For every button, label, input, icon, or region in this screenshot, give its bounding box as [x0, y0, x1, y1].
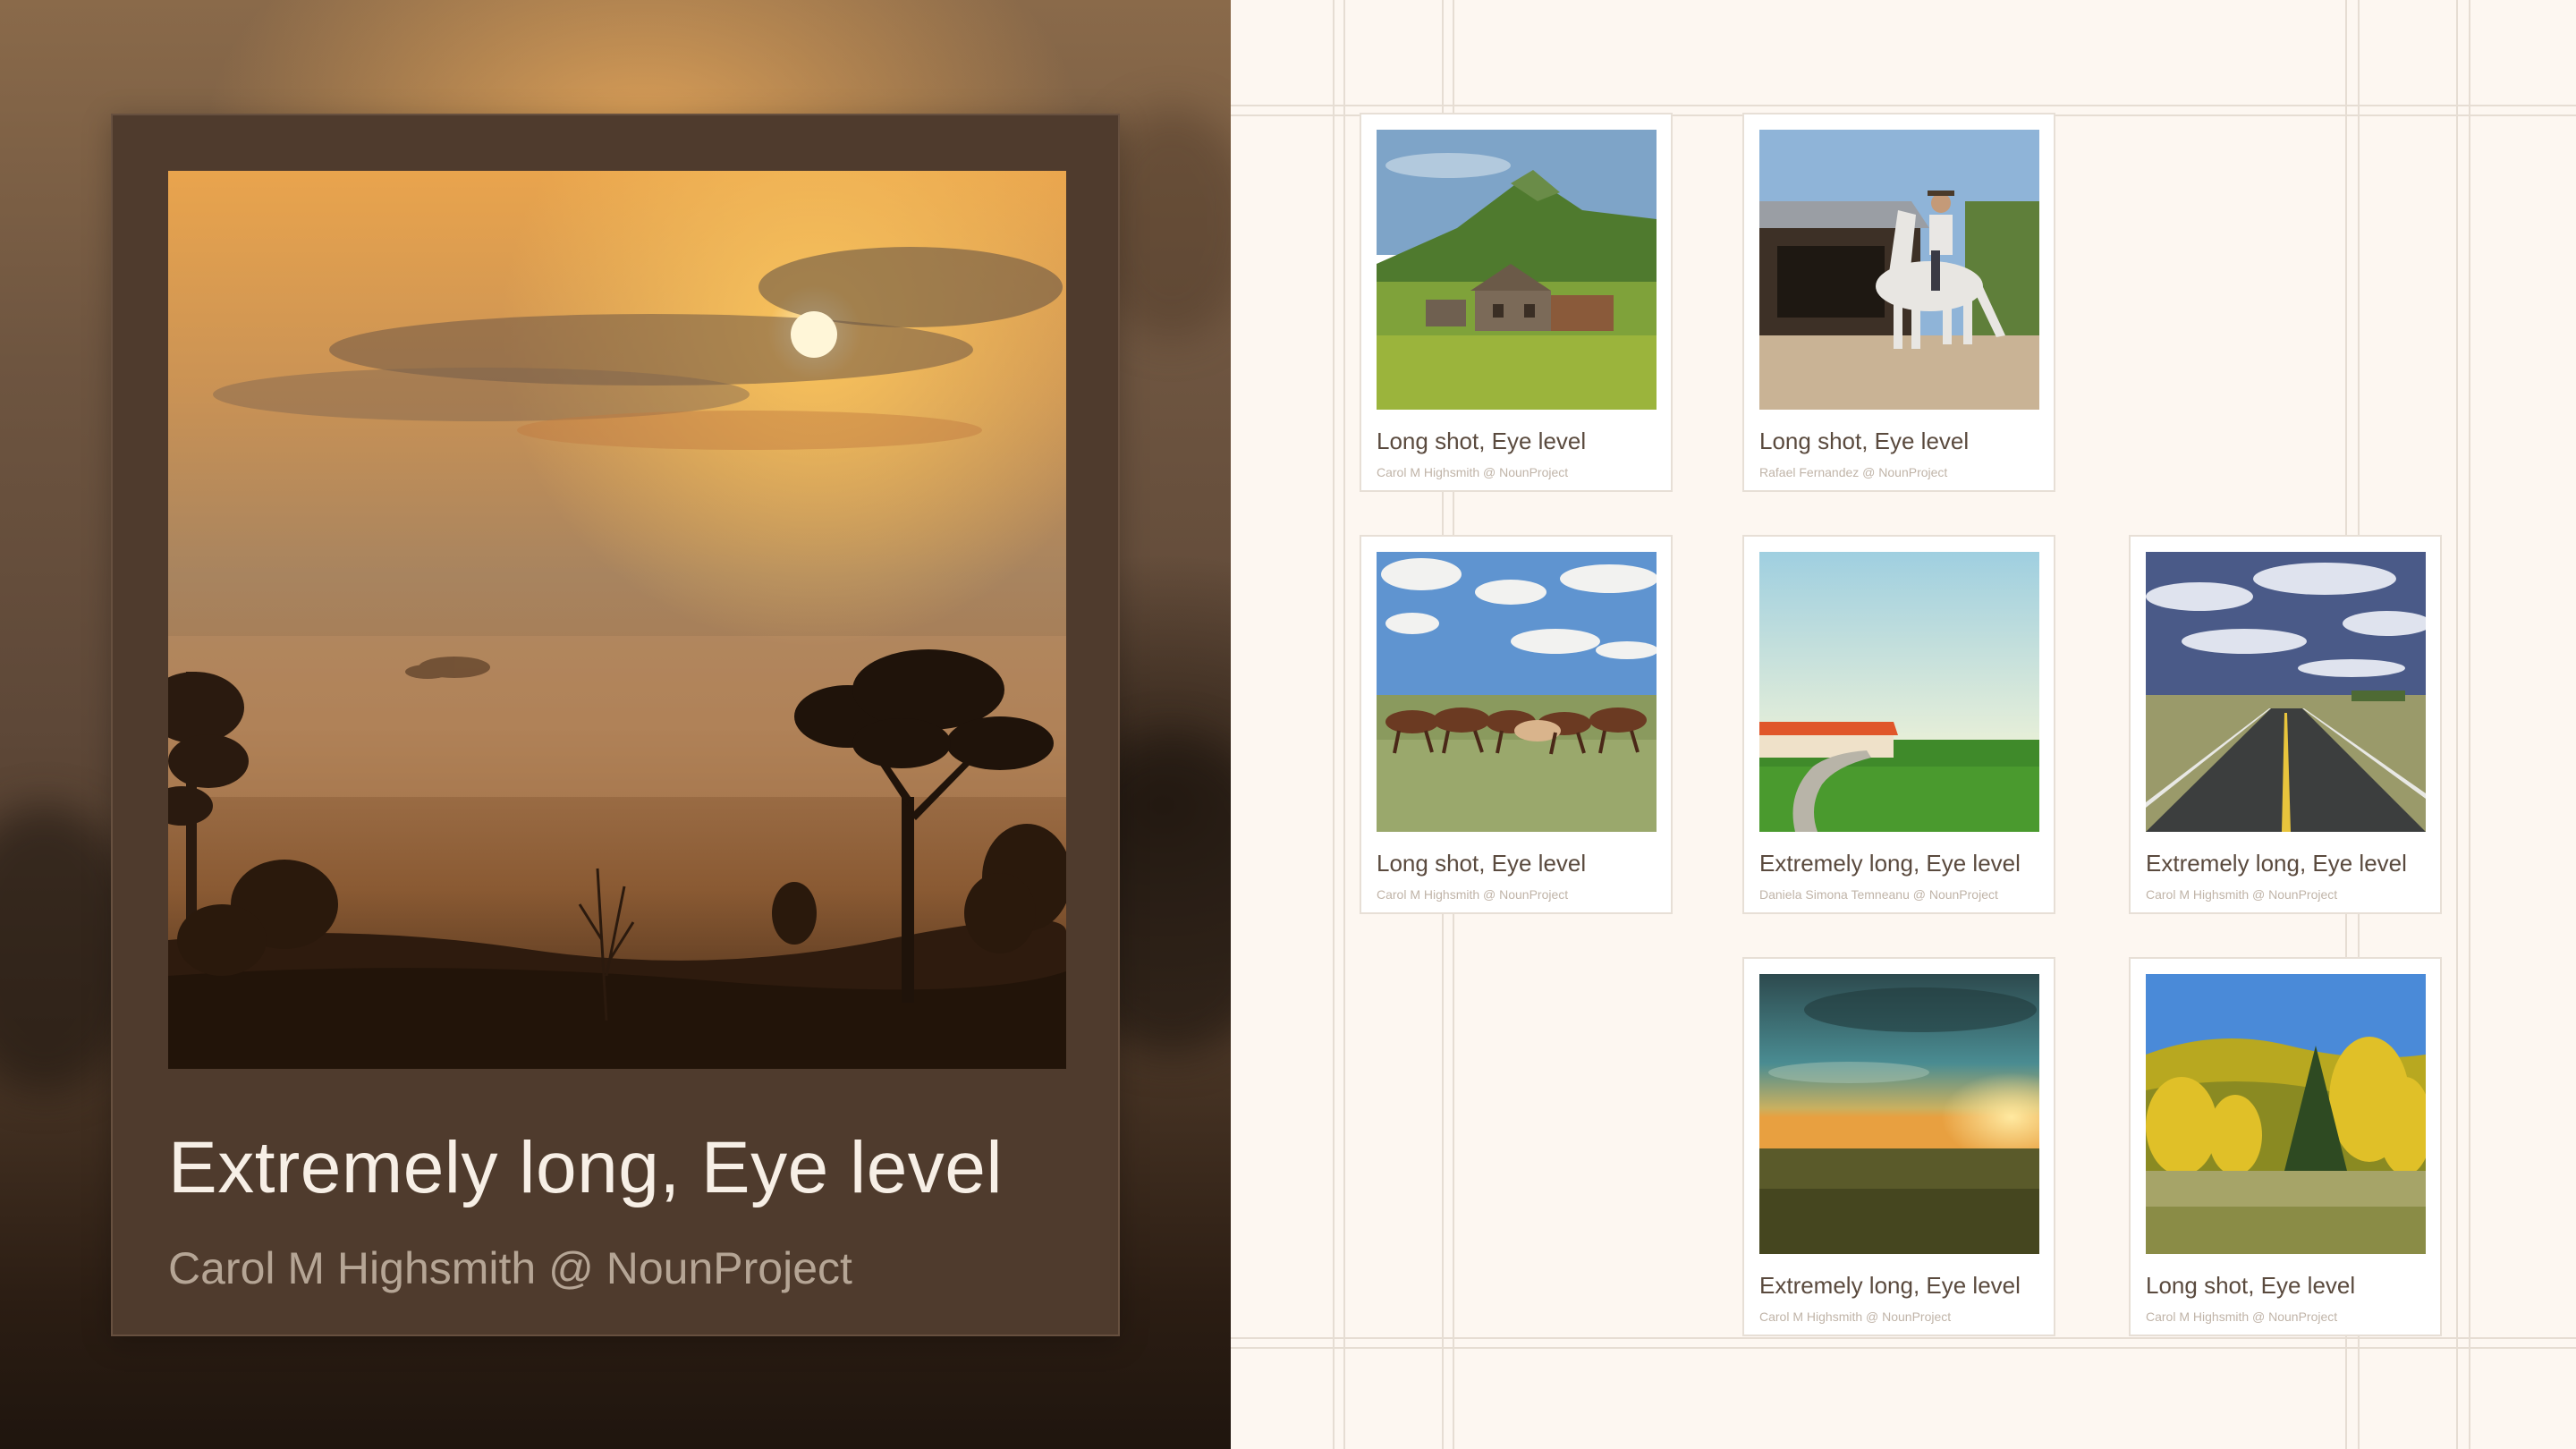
- photo-thumbnail[interactable]: [1759, 974, 2039, 1254]
- photo-card[interactable]: Extremely long, Eye level Carol M Highsm…: [2129, 535, 2442, 914]
- grid-guide: [1231, 1347, 2576, 1349]
- green-field-barn-image: [1759, 552, 2039, 832]
- grid-guide: [2456, 0, 2458, 1449]
- card-title: Long shot, Eye level: [1377, 428, 1587, 454]
- card-title: Long shot, Eye level: [1377, 850, 1587, 877]
- feature-title: Extremely long, Eye level: [168, 1127, 1004, 1208]
- grid-guide: [2469, 0, 2470, 1449]
- photo-thumbnail[interactable]: [2146, 974, 2426, 1254]
- grid-guide: [1231, 105, 2576, 106]
- photo-card[interactable]: Long shot, Eye level Rafael Fernandez @ …: [1742, 113, 2055, 492]
- photo-thumbnail[interactable]: [1377, 552, 1657, 832]
- photo-thumbnail[interactable]: [2146, 552, 2426, 832]
- photo-card[interactable]: Long shot, Eye level Carol M Highsmith @…: [1360, 535, 1673, 914]
- grid-guide: [1231, 1337, 2576, 1339]
- running-horses-image: [1377, 552, 1657, 832]
- card-title: Long shot, Eye level: [1759, 428, 1970, 454]
- card-credit: Carol M Highsmith @ NounProject: [2146, 1309, 2338, 1324]
- card-credit: Daniela Simona Temneanu @ NounProject: [1759, 887, 1998, 902]
- feature-credit: Carol M Highsmith @ NounProject: [168, 1243, 852, 1293]
- open-highway-image: [2146, 552, 2426, 832]
- prairie-sunset-image: [1759, 974, 2039, 1254]
- feature-photo[interactable]: [168, 171, 1066, 1069]
- card-credit: Carol M Highsmith @ NounProject: [1377, 465, 1569, 479]
- grid-guide: [1343, 0, 1345, 1449]
- card-credit: Carol M Highsmith @ NounProject: [1377, 887, 1569, 902]
- card-credit: Carol M Highsmith @ NounProject: [2146, 887, 2338, 902]
- card-title: Extremely long, Eye level: [1759, 850, 2021, 877]
- card-title: Extremely long, Eye level: [2146, 850, 2407, 877]
- photo-thumbnail[interactable]: [1759, 552, 2039, 832]
- photo-thumbnail[interactable]: [1377, 130, 1657, 410]
- feature-panel: Extremely long, Eye level Carol M Highsm…: [0, 0, 1231, 1449]
- autumn-aspens-image: [2146, 974, 2426, 1254]
- photo-card[interactable]: Extremely long, Eye level Daniela Simona…: [1742, 535, 2055, 914]
- horse-rider-image: [1759, 130, 2039, 410]
- card-title: Long shot, Eye level: [2146, 1272, 2356, 1299]
- card-credit: Carol M Highsmith @ NounProject: [1759, 1309, 1952, 1324]
- photo-card[interactable]: Long shot, Eye level Carol M Highsmith @…: [1360, 113, 1673, 492]
- card-credit: Rafael Fernandez @ NounProject: [1759, 465, 1948, 479]
- photo-thumbnail[interactable]: [1759, 130, 2039, 410]
- feature-card[interactable]: Extremely long, Eye level Carol M Highsm…: [111, 114, 1120, 1336]
- mountain-cabin-image: [1377, 130, 1657, 410]
- card-title: Extremely long, Eye level: [1759, 1272, 2021, 1299]
- photo-card[interactable]: Extremely long, Eye level Carol M Highsm…: [1742, 957, 2055, 1336]
- foggy-savanna-image: [168, 171, 1066, 1069]
- grid-guide: [1333, 0, 1335, 1449]
- photo-card[interactable]: Long shot, Eye level Carol M Highsmith @…: [2129, 957, 2442, 1336]
